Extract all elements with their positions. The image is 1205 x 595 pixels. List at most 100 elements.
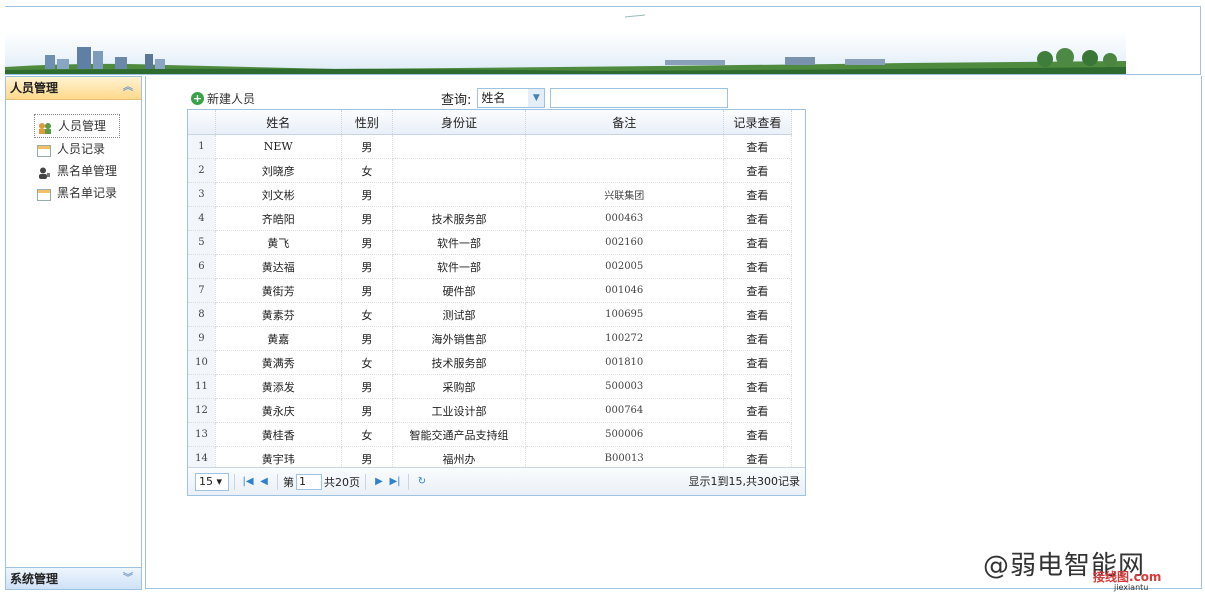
row-number-cell: 10 — [188, 350, 216, 375]
name-cell: 黄飞 — [215, 230, 342, 255]
pagination-bar: 15 ▾ |◀ ◀ 第 1 共20页 ▶ ▶| ↻ 显示1到15,共300记录 — [188, 467, 805, 495]
prev-page-icon[interactable]: ◀ — [256, 476, 272, 487]
name-cell: 黄街芳 — [215, 278, 342, 303]
table-row[interactable]: 12 黄永庆男工业设计部 000764 查看 — [188, 398, 793, 423]
sidebar-section-title: 人员管理 — [10, 81, 59, 95]
view-records-link[interactable]: 查看 — [723, 374, 793, 399]
last-page-icon[interactable]: ▶| — [387, 476, 403, 487]
table-row[interactable]: 10 黄满秀女技术服务部 001810 查看 — [188, 350, 793, 375]
user-dark-icon — [37, 165, 51, 179]
query-label: 查询: — [441, 92, 472, 108]
sidebar-item-blacklist-records[interactable]: 黑名单记录 — [34, 182, 120, 204]
sidebar: 人员管理 ︽ 人员管理 人员记录 黑名单管理 黑名单记录 系统管理 ︾ — [5, 76, 142, 590]
note-cell — [525, 158, 724, 183]
table-row[interactable]: 3 刘文彬男 兴联集团 查看 — [188, 182, 793, 207]
row-number-header — [188, 110, 216, 135]
table-row[interactable]: 9 黄嘉男海外销售部 100272 查看 — [188, 326, 793, 351]
note-cell: 100272 — [525, 326, 724, 351]
name-cell: 刘晓彦 — [215, 158, 342, 183]
name-cell: 齐皓阳 — [215, 206, 342, 231]
page-prefix: 第 — [283, 475, 294, 489]
row-number-cell: 13 — [188, 422, 216, 447]
name-cell: 黄满秀 — [215, 350, 342, 375]
view-records-link[interactable]: 查看 — [723, 302, 793, 327]
gender-cell: 男 — [341, 326, 394, 351]
sidebar-footer-section[interactable]: 系统管理 ︾ — [6, 567, 141, 589]
view-records-link[interactable]: 查看 — [723, 134, 793, 159]
column-header-note[interactable]: 备注 — [525, 110, 724, 135]
sidebar-item-person-records[interactable]: 人员记录 — [34, 138, 120, 160]
table-row[interactable]: 2 刘晓彦女 查看 — [188, 158, 793, 183]
chevron-up-icon[interactable]: ︽ — [123, 77, 133, 99]
id-cell: 软件一部 — [392, 230, 526, 255]
note-cell: 000463 — [525, 206, 724, 231]
row-number-cell: 8 — [188, 302, 216, 327]
row-number-cell: 1 — [188, 134, 216, 159]
table-row[interactable]: 7 黄街芳男硬件部 001046 查看 — [188, 278, 793, 303]
pager-separator — [234, 473, 235, 490]
sidebar-item-label: 黑名单记录 — [57, 186, 118, 200]
column-header-id[interactable]: 身份证 — [392, 110, 526, 135]
table-row[interactable]: 11 黄添发男采购部 500003 查看 — [188, 374, 793, 399]
window-icon — [37, 187, 51, 201]
table-row[interactable]: 6 黄达福男软件一部 002005 查看 — [188, 254, 793, 279]
view-records-link[interactable]: 查看 — [723, 230, 793, 255]
view-records-link[interactable]: 查看 — [723, 206, 793, 231]
table-row[interactable]: 8 黄素芬女测试部 100695 查看 — [188, 302, 793, 327]
window-icon — [37, 143, 51, 157]
new-person-button[interactable]: + 新建人员 — [191, 90, 255, 107]
page-number-input[interactable]: 1 — [296, 473, 322, 490]
column-header-name[interactable]: 姓名 — [215, 110, 342, 135]
sidebar-item-person-management[interactable]: 人员管理 — [34, 114, 121, 138]
note-cell: 002160 — [525, 230, 724, 255]
refresh-icon[interactable]: ↻ — [414, 476, 430, 487]
new-person-label: 新建人员 — [207, 92, 256, 106]
gender-cell: 男 — [341, 398, 394, 423]
pager-separator — [277, 473, 278, 490]
row-number-cell: 3 — [188, 182, 216, 207]
view-records-link[interactable]: 查看 — [723, 182, 793, 207]
sidebar-item-blacklist-management[interactable]: 黑名单管理 — [34, 160, 120, 182]
row-number-cell: 6 — [188, 254, 216, 279]
name-cell: 黄添发 — [215, 374, 342, 399]
column-header-records[interactable]: 记录查看 — [723, 110, 793, 135]
view-records-link[interactable]: 查看 — [723, 158, 793, 183]
banner-blank-area — [1126, 6, 1201, 75]
view-records-link[interactable]: 查看 — [723, 422, 793, 447]
name-cell: 刘文彬 — [215, 182, 342, 207]
row-number-cell: 11 — [188, 374, 216, 399]
note-cell — [525, 134, 724, 159]
sidebar-section-header[interactable]: 人员管理 ︽ — [6, 77, 141, 100]
view-records-link[interactable]: 查看 — [723, 398, 793, 423]
query-input[interactable] — [550, 88, 729, 108]
view-records-link[interactable]: 查看 — [723, 350, 793, 375]
chevron-down-icon[interactable]: ▼ — [528, 89, 545, 107]
note-cell: 002005 — [525, 254, 724, 279]
view-records-link[interactable]: 查看 — [723, 254, 793, 279]
table-row[interactable]: 5 黄飞男软件一部 002160 查看 — [188, 230, 793, 255]
city-skyline-graphic — [5, 14, 1126, 75]
plus-icon: + — [191, 92, 204, 105]
column-header-gender[interactable]: 性别 — [341, 110, 394, 135]
gender-cell: 女 — [341, 158, 394, 183]
table-row[interactable]: 4 齐皓阳男技术服务部 000463 查看 — [188, 206, 793, 231]
row-number-cell: 7 — [188, 278, 216, 303]
id-cell: 软件一部 — [392, 254, 526, 279]
query-field-select[interactable]: 姓名 ▼ — [477, 88, 546, 108]
view-records-link[interactable]: 查看 — [723, 278, 793, 303]
id-cell: 工业设计部 — [392, 398, 526, 423]
gender-cell: 男 — [341, 230, 394, 255]
id-cell: 技术服务部 — [392, 350, 526, 375]
view-records-link[interactable]: 查看 — [723, 326, 793, 351]
table-row[interactable]: 1 NEW 男 查看 — [188, 134, 793, 159]
page-size-select[interactable]: 15 ▾ — [195, 472, 229, 491]
next-page-icon[interactable]: ▶ — [371, 476, 387, 487]
row-number-cell: 5 — [188, 230, 216, 255]
name-cell: 黄嘉 — [215, 326, 342, 351]
chevron-down-icon[interactable]: ︾ — [123, 568, 133, 590]
first-page-icon[interactable]: |◀ — [240, 476, 256, 487]
table-row[interactable]: 13 黄桂香女智能交通产品支持组 500006 查看 — [188, 422, 793, 447]
id-cell: 海外销售部 — [392, 326, 526, 351]
name-cell: 黄桂香 — [215, 422, 342, 447]
name-cell: 黄达福 — [215, 254, 342, 279]
